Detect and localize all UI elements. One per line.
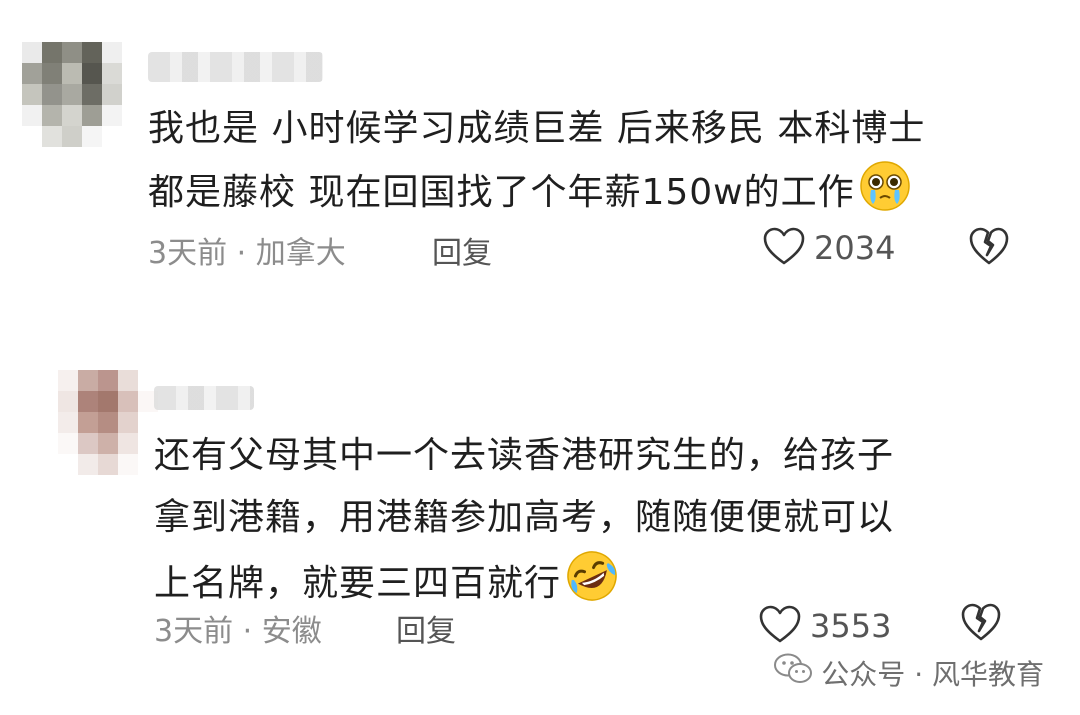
dislike-button[interactable] xyxy=(968,226,1010,270)
username-blurred[interactable] xyxy=(148,52,323,82)
reply-button[interactable]: 回复 xyxy=(432,228,492,272)
broken-heart-icon xyxy=(960,603,1002,646)
like-count: 3553 xyxy=(810,607,892,645)
comment-line-text: 都是藤校 现在回国找了个年薪150w的工作 xyxy=(148,172,855,213)
avatar[interactable] xyxy=(58,370,158,475)
comment-location: 安徽 xyxy=(261,614,322,649)
comment-line-text: 上名牌，就要三四百就行 xyxy=(154,563,562,604)
comment-text: 还有父母其中一个去读香港研究生的，给孩子 拿到港籍，用港籍参加高考，随随便便就可… xyxy=(154,425,894,623)
meta-separator: · xyxy=(242,614,253,649)
reply-button[interactable]: 回复 xyxy=(396,606,456,650)
heart-icon xyxy=(758,604,802,648)
comment-time: 3天前 xyxy=(154,614,234,649)
comment-text: 我也是 小时候学习成绩巨差 后来移民 本科博士 都是藤校 现在回国找了个年薪15… xyxy=(148,98,925,232)
like-count: 2034 xyxy=(814,229,896,267)
comment-meta: 3天前 · 安徽 xyxy=(154,606,322,650)
comment-location: 加拿大 xyxy=(255,236,346,271)
pleading-crying-face-icon xyxy=(859,160,911,232)
wechat-icon xyxy=(773,652,813,693)
comment-line: 还有父母其中一个去读香港研究生的，给孩子 xyxy=(154,435,895,476)
heart-icon xyxy=(762,226,806,270)
comment-meta: 3天前 · 加拿大 xyxy=(148,228,346,272)
comment-line: 我也是 小时候学习成绩巨差 后来移民 本科博士 xyxy=(148,108,926,149)
dislike-button[interactable] xyxy=(960,602,1002,646)
comment-time: 3天前 xyxy=(148,236,228,271)
avatar[interactable] xyxy=(22,42,122,147)
like-button[interactable]: 3553 xyxy=(758,604,891,648)
comment-line: 都是藤校 现在回国找了个年薪150w的工作 xyxy=(148,160,925,232)
watermark: 公众号 · 风华教育 xyxy=(773,652,1044,693)
comment-line: 拿到港籍，用港籍参加高考，随随便便就可以 xyxy=(154,497,895,538)
like-button[interactable]: 2034 xyxy=(762,226,895,270)
broken-heart-icon xyxy=(968,227,1010,270)
username-blurred[interactable] xyxy=(154,386,254,410)
watermark-text: 公众号 · 风华教育 xyxy=(821,657,1044,691)
meta-separator: · xyxy=(236,236,247,271)
rolling-laughing-face-icon xyxy=(565,549,619,623)
